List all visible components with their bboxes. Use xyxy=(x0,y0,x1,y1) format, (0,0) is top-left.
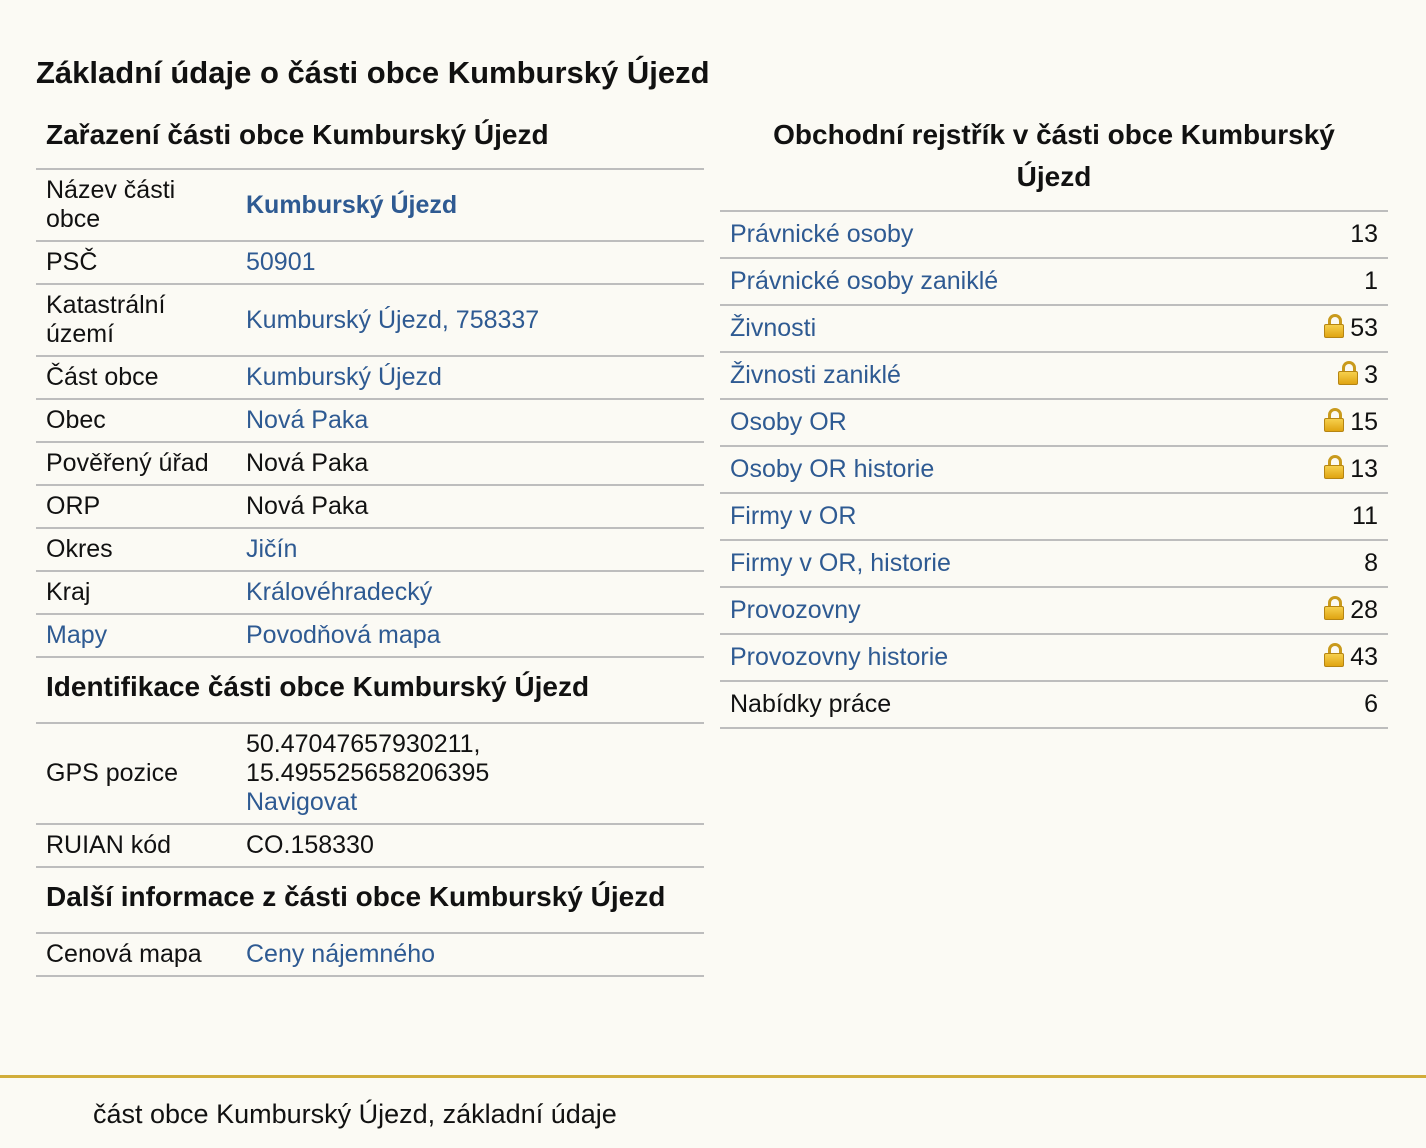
district-link[interactable]: Jičín xyxy=(246,535,297,563)
table-row: Kraj Královéhradecký xyxy=(36,571,704,615)
row-label: Okres xyxy=(36,528,236,572)
ruian-value: CO.158330 xyxy=(236,824,704,868)
table-row: Osoby OR 15 xyxy=(720,399,1388,447)
table-row: Firmy v OR 11 xyxy=(720,493,1388,541)
table-row: Provozovny 28 xyxy=(720,587,1388,635)
register-link[interactable]: Osoby OR xyxy=(730,408,847,436)
row-label: Pověřený úřad xyxy=(36,442,236,486)
register-count: 11 xyxy=(1352,502,1378,530)
register-count: 3 xyxy=(1364,361,1378,389)
row-value: Nová Paka xyxy=(236,485,704,529)
register-link[interactable]: Firmy v OR, historie xyxy=(730,549,951,577)
register-count: 43 xyxy=(1350,643,1378,671)
row-value: Nová Paka xyxy=(236,442,704,486)
row-label: Katastrální území xyxy=(36,284,236,357)
table-row: Katastrální území Kumburský Újezd, 75833… xyxy=(36,284,704,357)
cadastral-link[interactable]: Kumburský Újezd, 758337 xyxy=(246,306,539,334)
gps-cell: 50.47047657930211, 15.495525658206395 Na… xyxy=(236,724,704,825)
footer-caption: část obce Kumburský Újezd, základní údaj… xyxy=(93,1099,617,1129)
right-column: Obchodní rejstřík v části obce Kumburský… xyxy=(720,110,1388,729)
identification-table: GPS pozice 50.47047657930211, 15.4955256… xyxy=(36,724,704,868)
footer-divider xyxy=(0,1075,1426,1078)
lock-icon xyxy=(1324,455,1345,479)
table-row: Obec Nová Paka xyxy=(36,399,704,443)
price-map-label: Cenová mapa xyxy=(36,934,236,977)
table-row: Část obce Kumburský Újezd xyxy=(36,356,704,400)
business-register-heading: Obchodní rejstřík v části obce Kumburský… xyxy=(720,110,1388,212)
table-row: RUIAN kód CO.158330 xyxy=(36,824,704,868)
register-count: 15 xyxy=(1350,408,1378,436)
table-row: Živnosti zaniklé 3 xyxy=(720,352,1388,400)
register-count: 8 xyxy=(1364,549,1378,577)
gps-longitude: 15.495525658206395 xyxy=(246,759,490,787)
table-row: PSČ 50901 xyxy=(36,241,704,285)
page-title: Základní údaje o části obce Kumburský Új… xyxy=(36,55,710,90)
row-label: PSČ xyxy=(36,241,236,285)
lock-icon xyxy=(1324,408,1345,432)
register-count: 13 xyxy=(1350,455,1378,483)
region-link[interactable]: Královéhradecký xyxy=(246,578,432,606)
row-label: Název části obce xyxy=(36,170,236,242)
table-row: GPS pozice 50.47047657930211, 15.4955256… xyxy=(36,724,704,825)
municipality-link[interactable]: Nová Paka xyxy=(246,406,368,434)
gps-latitude: 50.47047657930211, xyxy=(246,730,481,758)
register-link[interactable]: Živnosti zaniklé xyxy=(730,361,901,389)
ruian-label: RUIAN kód xyxy=(36,824,236,868)
gps-label: GPS pozice xyxy=(36,724,236,825)
register-count: 53 xyxy=(1350,314,1378,342)
row-label: Kraj xyxy=(36,571,236,615)
lock-icon xyxy=(1324,314,1345,338)
lock-icon xyxy=(1324,643,1345,667)
register-count: 13 xyxy=(1350,220,1378,248)
register-link[interactable]: Živnosti xyxy=(730,314,816,342)
row-label: Obec xyxy=(36,399,236,443)
register-count: 6 xyxy=(1364,690,1378,718)
register-link[interactable]: Firmy v OR xyxy=(730,502,856,530)
table-row: Nabídky práce 6 xyxy=(720,681,1388,729)
table-row: Okres Jičín xyxy=(36,528,704,572)
register-link[interactable]: Právnické osoby zaniklé xyxy=(730,267,998,295)
business-register-table: Právnické osoby 13 Právnické osoby zaniklé… xyxy=(720,212,1388,729)
table-row: Cenová mapa Ceny nájemného xyxy=(36,934,704,977)
part-name-link[interactable]: Kumburský Újezd xyxy=(246,191,457,219)
register-link[interactable]: Provozovny historie xyxy=(730,643,948,671)
register-count: 1 xyxy=(1364,267,1378,295)
register-link[interactable]: Právnické osoby xyxy=(730,220,913,248)
table-row: Provozovny historie 43 xyxy=(720,634,1388,682)
table-row: Firmy v OR, historie 8 xyxy=(720,540,1388,588)
more-info-heading: Další informace z části obce Kumburský Ú… xyxy=(36,868,704,934)
row-label: Část obce xyxy=(36,356,236,400)
rent-prices-link[interactable]: Ceny nájemného xyxy=(246,940,435,968)
table-row: Živnosti 53 xyxy=(720,305,1388,353)
register-label: Nabídky práce xyxy=(730,690,892,718)
table-row: Mapy Povodňová mapa xyxy=(36,614,704,658)
flood-map-link[interactable]: Povodňová mapa xyxy=(246,621,441,649)
table-row: Pověřený úřad Nová Paka xyxy=(36,442,704,486)
left-column: Zařazení části obce Kumburský Újezd Náze… xyxy=(36,110,704,977)
table-row: Právnické osoby zaniklé 1 xyxy=(720,258,1388,306)
table-row: Právnické osoby 13 xyxy=(720,212,1388,259)
register-link[interactable]: Osoby OR historie xyxy=(730,455,934,483)
lock-icon xyxy=(1338,361,1359,385)
table-row: Název části obce Kumburský Újezd xyxy=(36,170,704,242)
register-link[interactable]: Provozovny xyxy=(730,596,861,624)
maps-link[interactable]: Mapy xyxy=(46,621,107,649)
lock-icon xyxy=(1324,596,1345,620)
part-link[interactable]: Kumburský Újezd xyxy=(246,363,442,391)
classification-heading: Zařazení části obce Kumburský Újezd xyxy=(36,110,704,170)
identification-heading: Identifikace části obce Kumburský Újezd xyxy=(36,658,704,724)
navigate-link[interactable]: Navigovat xyxy=(246,788,357,816)
register-count: 28 xyxy=(1350,596,1378,624)
row-label: ORP xyxy=(36,485,236,529)
table-row: ORP Nová Paka xyxy=(36,485,704,529)
table-row: Osoby OR historie 13 xyxy=(720,446,1388,494)
classification-table: Název části obce Kumburský Újezd PSČ 509… xyxy=(36,170,704,658)
more-info-table: Cenová mapa Ceny nájemného xyxy=(36,934,704,977)
psc-link[interactable]: 50901 xyxy=(246,248,316,276)
